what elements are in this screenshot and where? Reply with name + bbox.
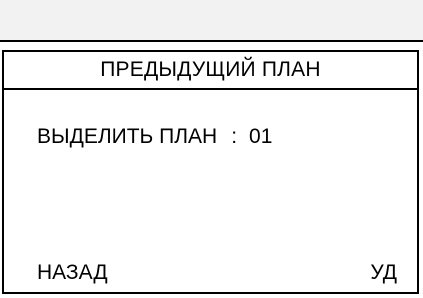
top-status-strip xyxy=(0,0,423,40)
lcd-screen: ПРЕДЫДУЩИЙ ПЛАН ВЫДЕЛИТЬ ПЛАН : 01 НАЗАД… xyxy=(0,0,423,298)
plan-select-row[interactable]: ВЫДЕЛИТЬ ПЛАН : 01 xyxy=(37,125,272,149)
delete-softkey[interactable]: УД xyxy=(370,261,397,285)
back-softkey[interactable]: НАЗАД xyxy=(37,261,108,285)
panel-header: ПРЕДЫДУЩИЙ ПЛАН xyxy=(4,52,417,90)
page-title: ПРЕДЫДУЩИЙ ПЛАН xyxy=(100,58,321,81)
plan-select-value[interactable]: 01 xyxy=(249,125,272,149)
plan-select-separator: : xyxy=(231,125,238,148)
top-divider xyxy=(0,40,423,42)
menu-panel: ПРЕДЫДУЩИЙ ПЛАН ВЫДЕЛИТЬ ПЛАН : 01 НАЗАД… xyxy=(2,50,419,294)
plan-select-label: ВЫДЕЛИТЬ ПЛАН xyxy=(37,125,218,148)
